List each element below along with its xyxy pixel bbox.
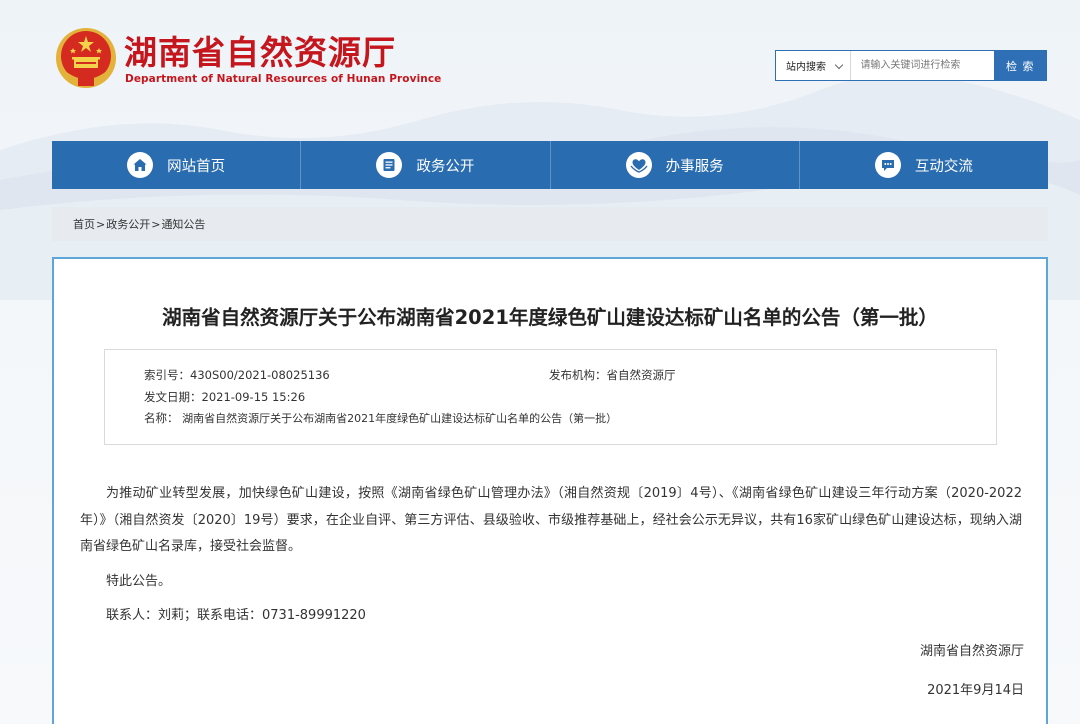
nav-item-government-affairs[interactable]: 政务公开 <box>301 141 551 189</box>
breadcrumb-notices[interactable]: 通知公告 <box>161 216 205 232</box>
article-body: 为推动矿业转型发展，加快绿色矿山建设，按照《湖南省绿色矿山管理办法》（湘自然资规… <box>80 481 1022 630</box>
article-meta: 索引号：430S00/2021-08025136 发布机构：省自然资源厅 发文日… <box>104 349 997 445</box>
chat-bubble-icon <box>874 152 901 178</box>
nav-item-label: 政务公开 <box>416 158 475 175</box>
meta-name-label: 名称： <box>144 411 179 425</box>
article-contact: 联系人：刘莉；联系电话：0731-89991220 <box>106 608 366 623</box>
nav-item-home[interactable]: 网站首页 <box>52 141 302 189</box>
site-header: 湖南省自然资源厅 Department of Natural Resources… <box>0 0 1080 140</box>
meta-name: 名称： 湖南省自然资源厅关于公布湖南省2021年度绿色矿山建设达标矿山名单的公告… <box>144 410 617 426</box>
meta-publisher-value: 省自然资源厅 <box>606 368 676 382</box>
meta-publisher-label: 发布机构： <box>549 368 607 382</box>
article-paragraph: 特此公告。 <box>106 573 172 589</box>
meta-date-value: 2021-09-15 15:26 <box>201 390 306 404</box>
search-button[interactable]: 检 索 <box>994 51 1046 80</box>
home-icon <box>127 152 154 178</box>
meta-date: 发文日期：2021-09-15 15:26 <box>144 389 305 405</box>
main-nav: 网站首页 政务公开 办事服务 互动交流 <box>52 141 1048 189</box>
meta-index: 索引号：430S00/2021-08025136 <box>144 367 330 383</box>
nav-item-services[interactable]: 办事服务 <box>551 141 800 189</box>
meta-publisher: 发布机构：省自然资源厅 <box>549 367 676 383</box>
document-list-icon <box>376 152 403 178</box>
breadcrumb: 首页 > 政务公开 > 通知公告 <box>52 207 1048 241</box>
article-paragraph: 为推动矿业转型发展，加快绿色矿山建设，按照《湖南省绿色矿山管理办法》（湘自然资规… <box>80 486 1022 554</box>
search-scope-label: 站内搜索 <box>786 62 826 73</box>
chevron-down-icon <box>835 60 844 70</box>
signature-date: 2021年9月14日 <box>927 683 1024 698</box>
site-subtitle: Department of Natural Resources of Hunan… <box>125 73 442 85</box>
heart-hands-icon <box>625 152 652 178</box>
meta-name-value: 湖南省自然资源厅关于公布湖南省2021年度绿色矿山建设达标矿山名单的公告（第一批… <box>182 412 618 425</box>
breadcrumb-separator: > <box>151 217 161 231</box>
nav-item-interaction[interactable]: 互动交流 <box>800 141 1048 189</box>
breadcrumb-home[interactable]: 首页 <box>73 216 95 232</box>
breadcrumb-separator: > <box>96 217 106 231</box>
signature-org: 湖南省自然资源厅 <box>919 644 1024 659</box>
search-input[interactable] <box>851 51 995 80</box>
national-emblem-icon <box>56 28 116 88</box>
nav-item-label: 网站首页 <box>167 158 226 175</box>
search-box: 站内搜索 检 索 <box>775 50 1047 81</box>
search-scope-select[interactable]: 站内搜索 <box>776 51 852 80</box>
meta-date-label: 发文日期： <box>144 390 202 404</box>
meta-index-value: 430S00/2021-08025136 <box>190 368 330 382</box>
article-title: 湖南省自然资源厅关于公布湖南省2021年度绿色矿山建设达标矿山名单的公告（第一批… <box>162 306 938 329</box>
meta-index-label: 索引号： <box>144 368 190 382</box>
nav-item-label: 办事服务 <box>665 158 724 175</box>
article-container: 湖南省自然资源厅关于公布湖南省2021年度绿色矿山建设达标矿山名单的公告（第一批… <box>52 257 1048 724</box>
site-title: 湖南省自然资源厅 <box>124 33 396 72</box>
nav-item-label: 互动交流 <box>914 158 973 175</box>
breadcrumb-government-affairs[interactable]: 政务公开 <box>106 216 150 232</box>
